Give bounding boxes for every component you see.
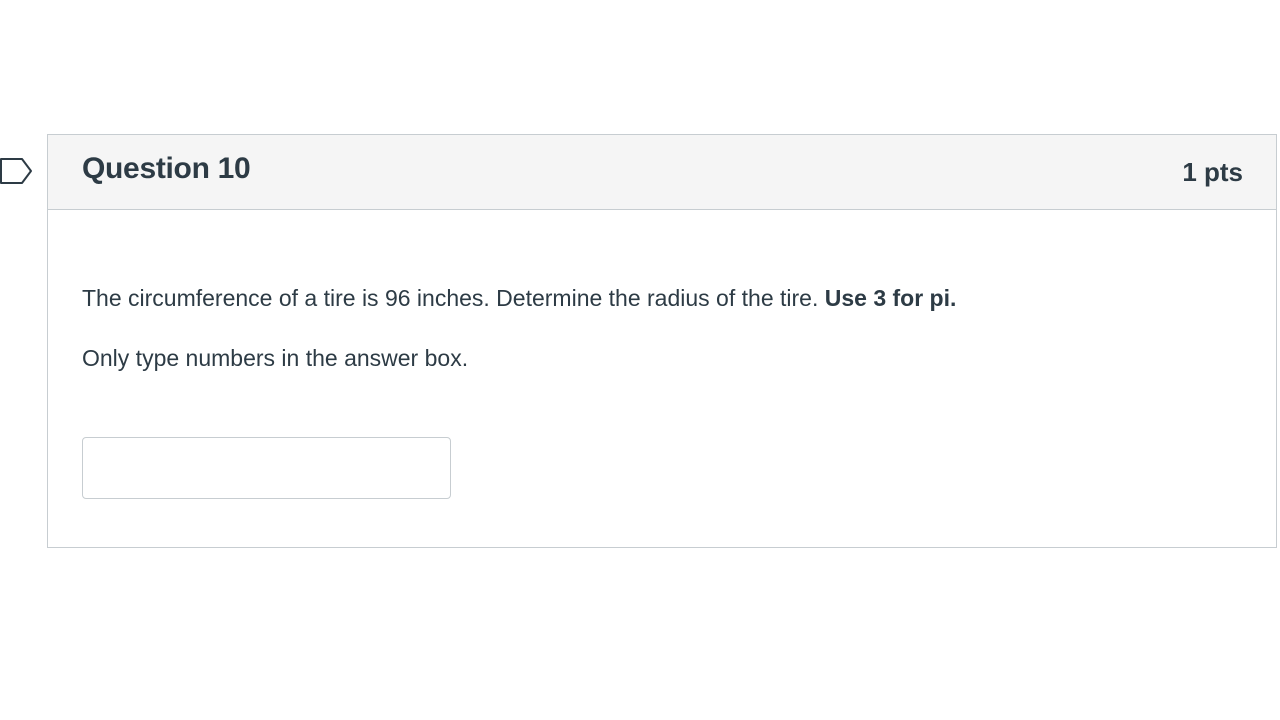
question-header: Question 10 1 pts [48,135,1276,210]
question-text: The circumference of a tire is 96 inches… [82,285,956,312]
question-text-main: The circumference of a tire is 96 inches… [82,285,825,311]
flag-question-icon[interactable] [0,157,34,185]
question-title: Question 10 [82,152,251,185]
answer-input[interactable] [82,437,451,499]
instruction-text: Only type numbers in the answer box. [82,345,469,371]
question-points: 1 pts [1182,157,1243,187]
quiz-page: Question 10 1 pts The circumference of a… [0,0,1280,720]
question-card: Question 10 1 pts The circumference of a… [47,134,1277,548]
question-text-bold: Use 3 for pi. [824,285,957,311]
